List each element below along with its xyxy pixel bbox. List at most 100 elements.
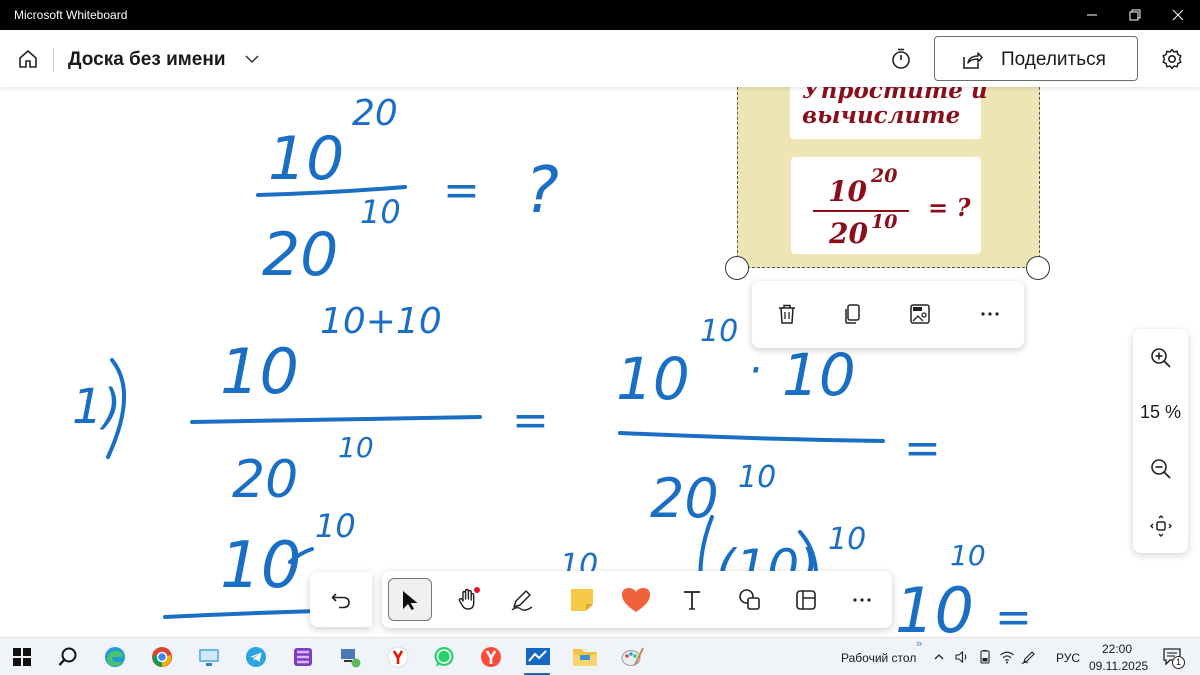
pan-tool[interactable] (446, 578, 490, 621)
pen-tool[interactable] (500, 578, 544, 621)
pasted-image-card[interactable]: Упростите и вычислите 10 20 20 10 = ? (737, 87, 1040, 268)
battery-button[interactable] (976, 648, 994, 666)
more-tools-button[interactable] (840, 578, 884, 621)
minimize-button[interactable] (1069, 0, 1115, 30)
volume-button[interactable] (953, 648, 971, 666)
copy-button[interactable] (837, 298, 869, 330)
undo-button[interactable] (326, 585, 356, 615)
ink-eq2-base-bottom: 20 (232, 450, 298, 510)
shapes-tool[interactable] (728, 578, 772, 621)
battery-icon (980, 650, 990, 664)
title-bar: Microsoft Whiteboard (0, 0, 1200, 30)
image-options-button[interactable] (904, 298, 936, 330)
delete-button[interactable] (771, 298, 803, 330)
clock-time[interactable]: 22:00 (1102, 642, 1132, 656)
taskbar-whiteboard[interactable] (524, 643, 552, 671)
selection-toolbar (752, 281, 1024, 348)
bottom-toolbar (382, 571, 892, 628)
ink-eq3-top-b: 10 (782, 341, 856, 409)
ink-eq3-dot: · (748, 345, 762, 396)
yandex-icon (387, 646, 409, 668)
board-name[interactable]: Доска без имени (68, 49, 226, 71)
clock-date[interactable]: 09.11.2025 (1089, 659, 1148, 673)
language-indicator[interactable]: РУС (1056, 651, 1080, 665)
search-icon (58, 647, 77, 666)
home-icon (19, 50, 37, 68)
zoom-level[interactable]: 15 % (1133, 402, 1188, 423)
app-header: Доска без имени Поделиться (0, 30, 1200, 87)
wifi-button[interactable] (998, 648, 1016, 666)
close-button[interactable] (1155, 0, 1200, 30)
close-icon (1172, 9, 1184, 21)
pen-tray-button[interactable] (1020, 648, 1038, 666)
ink-eq3-top-a: 10 (616, 345, 690, 413)
resize-handle-bottom-left[interactable] (725, 256, 749, 280)
zoom-in-button[interactable] (1147, 344, 1175, 372)
zoom-panel: 15 % (1133, 329, 1188, 553)
image-formula-rhs: = ? (928, 193, 971, 222)
app-title: Microsoft Whiteboard (14, 8, 128, 22)
timer-icon (892, 48, 910, 69)
taskbar-network-app[interactable] (336, 643, 364, 671)
whiteboard-canvas[interactable]: 10 20 20 10 = ? 1) 10 10+10 20 10 = 10 1… (0, 87, 1200, 637)
taskbar-edge[interactable] (101, 643, 129, 671)
more-icon (853, 597, 871, 602)
restore-icon (1129, 9, 1141, 21)
taskbar-yandex-browser[interactable] (477, 643, 505, 671)
gear-icon (1162, 48, 1182, 70)
network-app-icon (341, 649, 361, 668)
ink-eq1-rhs: ? (525, 154, 559, 228)
volume-icon (955, 650, 967, 664)
select-icon (403, 590, 418, 610)
templates-tool[interactable] (784, 578, 828, 621)
board-menu-button[interactable] (243, 50, 261, 73)
ink-eq4-equals: = (995, 592, 1032, 637)
tray-overflow-button[interactable] (930, 648, 948, 666)
copy-icon (845, 304, 860, 324)
fit-view-icon (1150, 515, 1172, 537)
overflow-chevrons[interactable]: » (916, 638, 922, 650)
taskbar-yandex[interactable] (384, 643, 412, 671)
home-button[interactable] (12, 44, 44, 74)
resize-handle-bottom-right[interactable] (1026, 256, 1050, 280)
taskbar-whatsapp[interactable] (430, 643, 458, 671)
taskbar-file-explorer[interactable] (571, 643, 599, 671)
taskbar-onenote[interactable] (289, 643, 317, 671)
settings-button[interactable] (1156, 44, 1188, 74)
zoom-in-icon (1151, 348, 1171, 368)
zoom-out-icon (1151, 459, 1171, 479)
sticky-note-tool[interactable] (560, 578, 604, 621)
reactions-tool[interactable] (614, 578, 658, 621)
image-formula-base-top: 10 (828, 175, 867, 208)
taskbar-remote-desktop[interactable] (195, 643, 223, 671)
share-button[interactable]: Поделиться (934, 36, 1138, 81)
pen-tray-icon (1021, 651, 1035, 665)
timer-button[interactable] (886, 44, 916, 74)
trash-icon (779, 304, 795, 324)
taskbar-telegram[interactable] (242, 643, 270, 671)
ink-fraction-line (163, 609, 320, 619)
minimize-icon (1087, 14, 1097, 16)
ink-eq3-equals: = (904, 423, 941, 474)
notification-center-button[interactable]: 1 (1158, 643, 1186, 671)
text-tool[interactable] (670, 578, 714, 621)
pan-hand-icon (458, 586, 480, 610)
header-divider (53, 48, 54, 72)
notification-badge: 1 (1172, 656, 1185, 669)
taskbar-search-button[interactable] (54, 643, 82, 671)
restore-button[interactable] (1112, 0, 1158, 30)
more-icon (981, 312, 999, 316)
image-formula-box: 10 20 20 10 = ? (791, 157, 981, 254)
image-options-icon (910, 304, 930, 324)
select-tool[interactable] (388, 578, 432, 621)
ink-eq2-base-top: 10 (220, 335, 299, 408)
more-options-button[interactable] (974, 298, 1006, 330)
fit-view-button[interactable] (1147, 512, 1175, 540)
zoom-out-button[interactable] (1147, 455, 1175, 483)
share-icon (963, 52, 983, 69)
taskbar-paint[interactable] (618, 643, 646, 671)
start-button[interactable] (8, 643, 36, 671)
taskbar-chrome[interactable] (148, 643, 176, 671)
ink-fraction-line (618, 431, 885, 443)
desktop-label[interactable]: Рабочий стол (841, 651, 916, 665)
